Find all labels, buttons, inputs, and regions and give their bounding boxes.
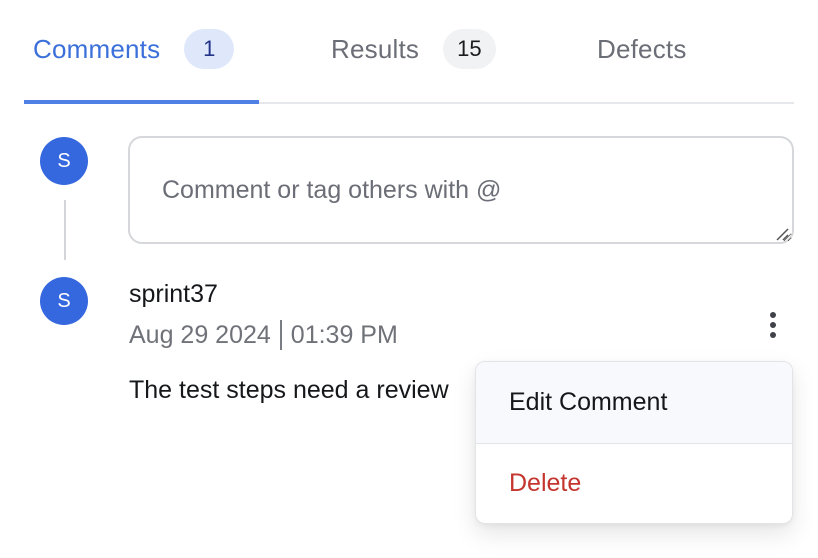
count-badge: 1 xyxy=(184,29,235,69)
kebab-dot xyxy=(770,312,776,318)
count-badge: 15 xyxy=(443,29,496,69)
tab-label: Comments xyxy=(33,33,161,64)
comment-timestamp: Aug 29 2024 01:39 PM xyxy=(129,320,398,350)
avatar-initial: S xyxy=(57,149,71,172)
menu-item-label: Edit Comment xyxy=(509,388,668,416)
kebab-dot xyxy=(770,322,776,328)
comment-author: sprint37 xyxy=(129,280,218,308)
active-tab-indicator xyxy=(24,100,259,104)
avatar-initial: S xyxy=(57,289,71,312)
kebab-dot xyxy=(770,332,776,338)
tab-label: Results xyxy=(331,33,420,64)
tab-defects[interactable]: Defects xyxy=(597,28,687,70)
comment-date: Aug 29 2024 xyxy=(129,320,271,349)
current-user-avatar: S xyxy=(40,137,88,185)
meta-separator xyxy=(279,320,282,350)
resize-handle-icon[interactable] xyxy=(774,226,790,242)
comment-context-menu: Edit Comment Delete xyxy=(475,361,793,524)
delete-menu-item[interactable]: Delete xyxy=(476,444,792,522)
comment-body: The test steps need a review xyxy=(129,376,449,404)
menu-item-label: Delete xyxy=(509,468,582,497)
comment-time: 01:39 PM xyxy=(290,320,398,349)
tab-results[interactable]: Results 15 xyxy=(331,28,496,70)
comment-author-avatar: S xyxy=(40,277,88,325)
tab-comments[interactable]: Comments 1 xyxy=(33,28,235,70)
timeline-connector xyxy=(64,200,66,260)
edit-comment-menu-item[interactable]: Edit Comment xyxy=(476,362,792,444)
tab-bar: Comments 1 Results 15 Defects xyxy=(24,0,794,104)
comments-panel: Comments 1 Results 15 Defects S S sprint… xyxy=(0,0,818,558)
comment-input[interactable] xyxy=(128,136,794,244)
more-options-icon[interactable] xyxy=(759,308,787,342)
tab-label: Defects xyxy=(597,33,687,64)
